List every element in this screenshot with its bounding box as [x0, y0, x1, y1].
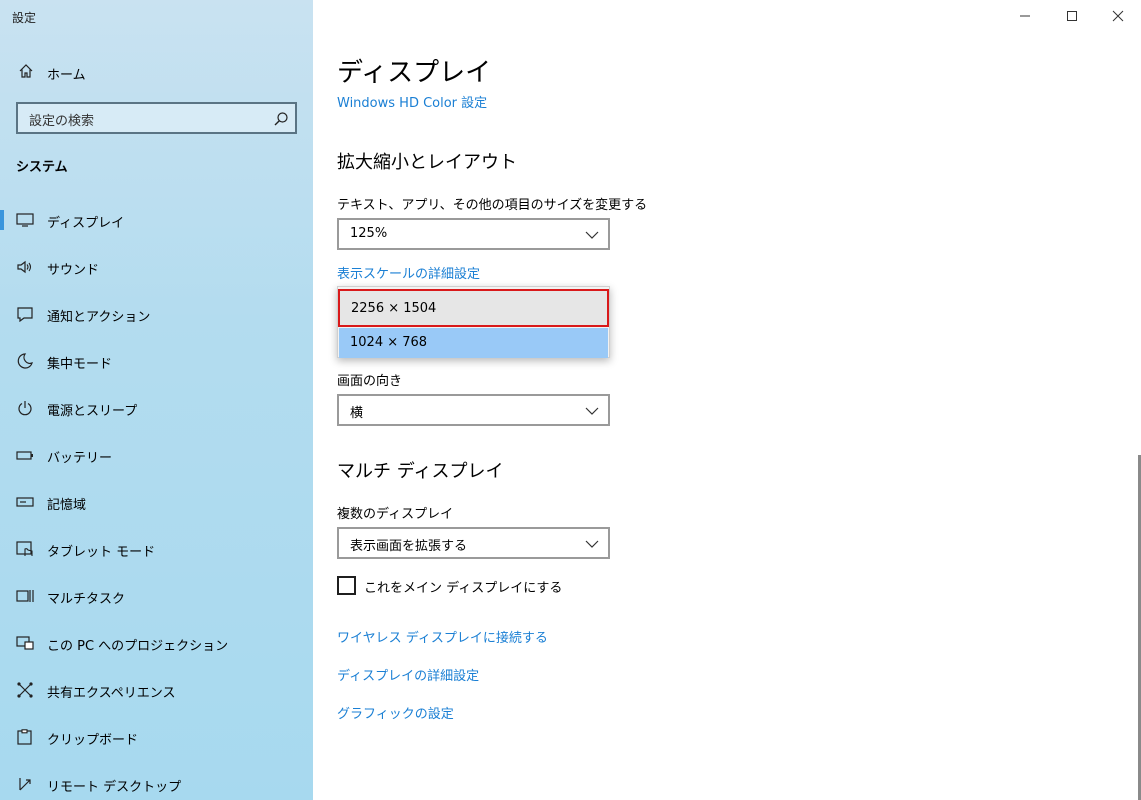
sidebar-item-tablet[interactable]: タブレット モード: [0, 529, 313, 569]
sidebar-item-remote-desktop[interactable]: リモート デスクトップ: [0, 764, 313, 800]
sidebar-item-home[interactable]: ホーム: [0, 58, 313, 86]
monitor-icon: [16, 213, 34, 227]
storage-icon: [16, 497, 34, 507]
resolution-option[interactable]: 1024 × 768: [339, 328, 608, 358]
power-icon: [18, 401, 32, 416]
sidebar-item-focus[interactable]: 集中モード: [0, 341, 313, 381]
resolution-option[interactable]: 2256 × 1504: [338, 289, 609, 327]
sidebar-item-label: 通知とアクション: [47, 310, 151, 325]
chevron-down-icon: [585, 540, 599, 548]
search-icon[interactable]: [273, 111, 289, 127]
sidebar-item-label: マルチタスク: [47, 592, 126, 607]
home-icon: [19, 64, 33, 78]
orientation-select[interactable]: 横: [337, 394, 610, 426]
multi-display-heading: マルチ ディスプレイ: [337, 461, 504, 482]
graphics-settings-link[interactable]: グラフィックの設定: [337, 703, 454, 722]
scale-select[interactable]: 125%: [337, 218, 610, 250]
sidebar-item-label: 電源とスリープ: [47, 404, 138, 419]
share-icon: [17, 682, 33, 698]
resolution-option-label: 2256 × 1504: [351, 301, 437, 316]
sidebar-item-sound[interactable]: サウンド: [0, 247, 313, 287]
active-indicator: [0, 210, 4, 230]
sidebar-item-label: この PC へのプロジェクション: [47, 639, 229, 654]
page-title: ディスプレイ: [337, 58, 492, 88]
close-icon[interactable]: [1109, 7, 1127, 25]
hd-color-link[interactable]: Windows HD Color 設定: [337, 92, 487, 111]
sidebar-item-display[interactable]: ディスプレイ: [0, 200, 313, 240]
sidebar-item-label: ホーム: [47, 68, 86, 83]
sidebar-item-label: タブレット モード: [47, 545, 156, 560]
sidebar-item-clipboard[interactable]: クリップボード: [0, 717, 313, 757]
chevron-down-icon: [585, 407, 599, 415]
remote-desktop-icon: [19, 778, 31, 791]
moon-icon: [17, 353, 33, 369]
sidebar-item-shared[interactable]: 共有エクスペリエンス: [0, 670, 313, 710]
sidebar-item-label: バッテリー: [47, 451, 113, 466]
scale-value: 125%: [350, 226, 388, 241]
sidebar-item-projection[interactable]: この PC へのプロジェクション: [0, 623, 313, 663]
main-content: ディスプレイ Windows HD Color 設定 拡大縮小とレイアウト テキ…: [313, 0, 1141, 800]
sidebar-item-label: クリップボード: [47, 733, 139, 748]
sidebar-item-storage[interactable]: 記憶域: [0, 482, 313, 522]
maximize-icon[interactable]: [1063, 7, 1081, 25]
tablet-icon: [16, 541, 33, 556]
sidebar-item-label: サウンド: [47, 263, 100, 278]
multi-display-value: 表示画面を拡張する: [350, 539, 468, 554]
sidebar-item-label: 集中モード: [47, 357, 113, 372]
sidebar-item-label: ディスプレイ: [47, 216, 125, 231]
app-title: 設定: [12, 11, 37, 25]
sidebar-item-label: 共有エクスペリエンス: [47, 686, 176, 701]
battery-icon: [16, 451, 33, 460]
multitask-icon: [16, 590, 34, 602]
notification-icon: [17, 307, 33, 322]
search-input[interactable]: 設定の検索: [16, 102, 297, 134]
orientation-label: 画面の向き: [337, 374, 403, 389]
multi-display-select[interactable]: 表示画面を拡張する: [337, 527, 610, 559]
orientation-value: 横: [350, 406, 364, 421]
sidebar-item-multitask[interactable]: マルチタスク: [0, 576, 313, 616]
sidebar: 設定 ホーム 設定の検索 システム ディスプレイ サウンド 通知とアクション 集…: [0, 0, 313, 800]
multi-display-label: 複数のディスプレイ: [337, 507, 454, 522]
advanced-scale-link[interactable]: 表示スケールの詳細設定: [337, 263, 480, 282]
sidebar-item-label: リモート デスクトップ: [47, 780, 182, 795]
search-placeholder: 設定の検索: [29, 114, 95, 129]
resolution-option-label: 1024 × 768: [350, 335, 428, 350]
advanced-display-link[interactable]: ディスプレイの詳細設定: [337, 665, 479, 684]
sidebar-item-label: 記憶域: [47, 498, 87, 513]
projection-icon: [16, 636, 34, 650]
main-display-checkbox[interactable]: [337, 576, 356, 595]
wireless-display-link[interactable]: ワイヤレス ディスプレイに接続する: [337, 627, 548, 646]
sidebar-item-power[interactable]: 電源とスリープ: [0, 388, 313, 428]
sidebar-item-battery[interactable]: バッテリー: [0, 435, 313, 475]
clipboard-icon: [17, 729, 32, 745]
main-display-checkbox-label: これをメイン ディスプレイにする: [364, 581, 563, 596]
sidebar-item-notifications[interactable]: 通知とアクション: [0, 294, 313, 334]
scale-layout-heading: 拡大縮小とレイアウト: [337, 152, 517, 173]
resolution-dropdown: 2256 × 1504 1024 × 768: [337, 286, 610, 358]
speaker-icon: [17, 260, 32, 274]
text-size-label: テキスト、アプリ、その他の項目のサイズを変更する: [337, 198, 648, 213]
chevron-down-icon: [585, 231, 599, 239]
minimize-icon[interactable]: [1016, 7, 1034, 25]
section-title: システム: [16, 160, 68, 175]
